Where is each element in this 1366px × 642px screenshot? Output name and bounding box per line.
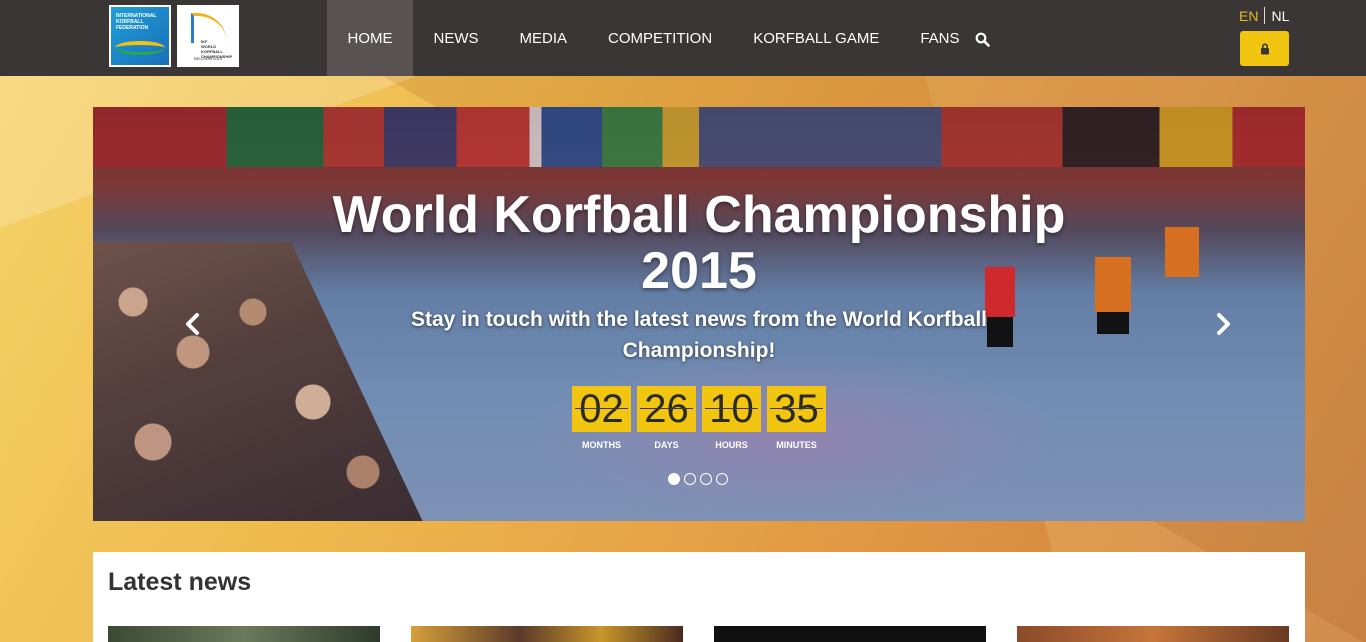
lang-en-link[interactable]: EN [1239, 8, 1258, 24]
latest-news-title: Latest news [108, 568, 252, 596]
carousel-indicators [668, 473, 728, 485]
nav-item-news[interactable]: NEWS [413, 0, 499, 76]
login-button[interactable] [1240, 31, 1289, 66]
hero-title: World Korfball Championship 2015 [93, 187, 1305, 299]
main-nav: HOME NEWS MEDIA COMPETITION KORFBALL GAM… [327, 0, 980, 76]
latest-news-section: Latest news [93, 552, 1305, 642]
nav-item-media[interactable]: MEDIA [499, 0, 588, 76]
countdown-value: 35 [767, 386, 826, 432]
search-icon[interactable] [975, 32, 990, 47]
nav-item-competition[interactable]: COMPETITION [588, 0, 733, 76]
ikf-logo[interactable]: INTERNATIONAL KORFBALL FEDERATION [109, 5, 171, 67]
countdown-timer: 02 MONTHS 26 DAYS 10 HOURS 35 MINUTES [572, 386, 826, 450]
lock-icon [1260, 43, 1269, 54]
top-navbar: INTERNATIONAL KORFBALL FEDERATION IKF WORLD… [0, 0, 1366, 76]
countdown-label: MINUTES [776, 440, 817, 450]
news-thumbnail[interactable] [1017, 626, 1289, 642]
countdown-label: DAYS [654, 440, 679, 450]
hero-title-line2: 2015 [641, 242, 757, 300]
carousel-next-arrow-icon[interactable] [1213, 312, 1233, 336]
countdown-value: 02 [572, 386, 631, 432]
countdown-label: HOURS [715, 440, 748, 450]
countdown-days: 26 DAYS [637, 386, 696, 450]
hero-subtitle: Stay in touch with the latest news from … [411, 308, 987, 362]
countdown-label: MONTHS [582, 440, 621, 450]
countdown-months: 02 MONTHS [572, 386, 631, 450]
news-thumbnail[interactable] [714, 626, 986, 642]
lang-nl-link[interactable]: NL [1271, 8, 1289, 24]
carousel-dot-2[interactable] [684, 473, 696, 485]
hero-carousel: World Korfball Championship 2015 Stay in… [93, 107, 1305, 521]
nav-item-home[interactable]: HOME [327, 0, 413, 76]
countdown-value: 10 [702, 386, 761, 432]
carousel-dot-4[interactable] [716, 473, 728, 485]
nav-item-korfball-game[interactable]: KORFBALL GAME [733, 0, 900, 76]
hero-title-line1: World Korfball Championship [332, 186, 1066, 244]
language-switcher: EN NL [1239, 7, 1289, 24]
carousel-dot-1[interactable] [668, 473, 680, 485]
lang-divider [1264, 7, 1266, 24]
countdown-value: 26 [637, 386, 696, 432]
carousel-prev-arrow-icon[interactable] [183, 312, 203, 336]
nav-item-fans[interactable]: FANS [900, 0, 980, 76]
news-thumbnail[interactable] [108, 626, 380, 642]
countdown-minutes: 35 MINUTES [767, 386, 826, 450]
news-thumbnail[interactable] [411, 626, 683, 642]
countdown-hours: 10 HOURS [702, 386, 761, 450]
world-korfball-championship-logo[interactable]: IKF WORLD KORFBALL CHAMPIONSHIP BELGIUM 201… [177, 5, 239, 67]
carousel-dot-3[interactable] [700, 473, 712, 485]
